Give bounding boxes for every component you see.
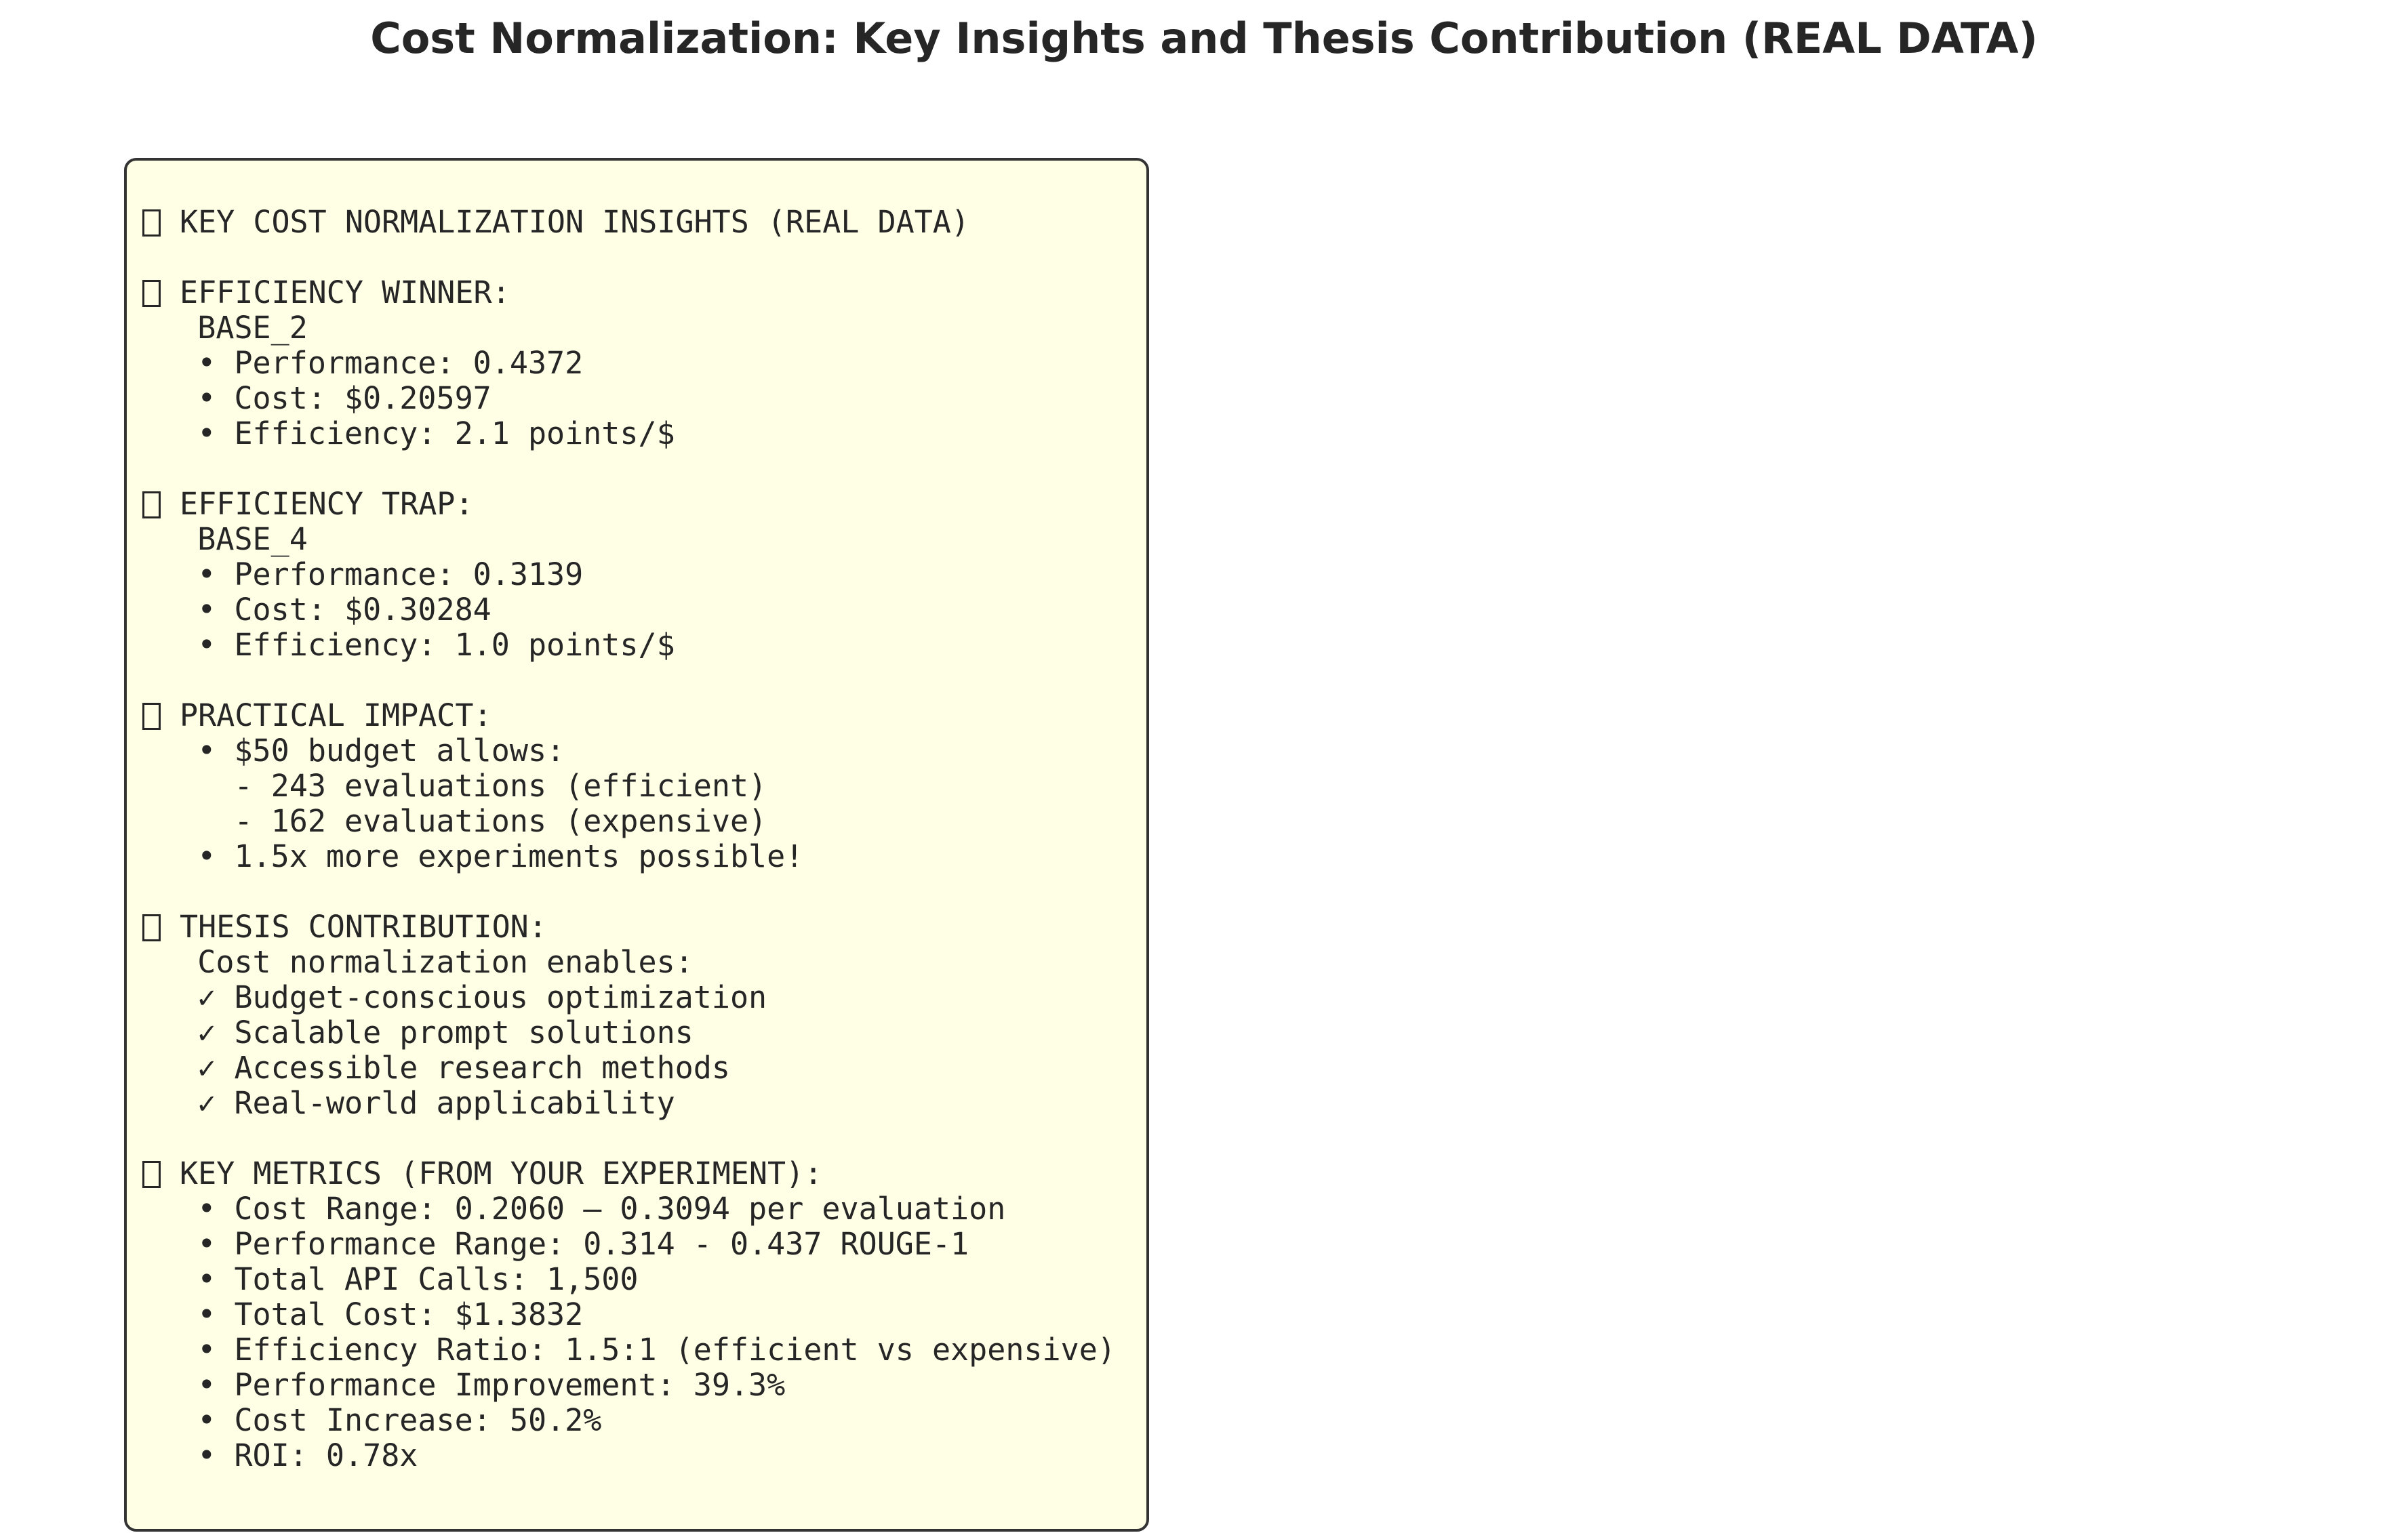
line-text: ✓ Real-world applicability [142,1085,675,1121]
line-text: • Performance Improvement: 39.3% [142,1367,786,1403]
text-line: ✓ Real-world applicability [142,1086,1116,1121]
line-text: PRACTICAL IMPACT: [180,697,492,733]
line-text: • Efficiency: 2.1 points/$ [142,415,675,451]
line-text: • Cost Range: 0.2060 – 0.3094 per evalua… [142,1191,1006,1227]
missing-glyph-icon [142,280,161,307]
section-heading: EFFICIENCY TRAP: [142,487,1116,522]
missing-glyph-icon [142,491,161,518]
line-text: ✓ Accessible research methods [142,1050,730,1086]
text-line: ✓ Budget-conscious optimization [142,980,1116,1015]
text-line: - 162 evaluations (expensive) [142,804,1116,839]
text-line: • 1.5x more experiments possible! [142,839,1116,874]
text-line: • ROI: 0.78x [142,1438,1116,1473]
line-text: ✓ Budget-conscious optimization [142,979,767,1015]
text-line: • Efficiency: 2.1 points/$ [142,416,1116,451]
line-text: KEY COST NORMALIZATION INSIGHTS (REAL DA… [180,204,969,240]
section-heading: KEY COST NORMALIZATION INSIGHTS (REAL DA… [142,205,1116,240]
line-text: • $50 budget allows: [142,733,565,769]
text-line: • $50 budget allows: [142,733,1116,769]
text-line: • Performance Improvement: 39.3% [142,1368,1116,1403]
line-text: EFFICIENCY TRAP: [180,486,474,522]
line-text: • Total API Calls: 1,500 [142,1261,639,1297]
line-text: • Cost: $0.20597 [142,380,491,416]
text-line: • Efficiency Ratio: 1.5:1 (efficient vs … [142,1332,1116,1368]
line-text: • Efficiency: 1.0 points/$ [142,627,675,663]
line-text: • ROI: 0.78x [142,1437,418,1473]
text-line: • Performance: 0.3139 [142,557,1116,592]
insights-text-box: KEY COST NORMALIZATION INSIGHTS (REAL DA… [124,158,1149,1532]
text-line: • Cost Range: 0.2060 – 0.3094 per evalua… [142,1191,1116,1227]
line-text: Cost normalization enables: [142,944,694,980]
line-text: • 1.5x more experiments possible! [142,838,804,874]
text-line: • Efficiency: 1.0 points/$ [142,628,1116,663]
line-text: EFFICIENCY WINNER: [180,274,510,310]
page-title: Cost Normalization: Key Insights and The… [370,14,2038,63]
text-line: • Cost Increase: 50.2% [142,1403,1116,1438]
line-text: BASE_2 [142,310,308,346]
line-text: - 162 evaluations (expensive) [142,803,767,839]
text-line: BASE_4 [142,522,1116,557]
line-text: THESIS CONTRIBUTION: [180,909,547,945]
section-heading: EFFICIENCY WINNER: [142,275,1116,310]
missing-glyph-icon [142,703,161,730]
text-line: - 243 evaluations (efficient) [142,769,1116,804]
line-text: • Cost: $0.30284 [142,592,491,628]
text-line: • Cost: $0.30284 [142,592,1116,628]
text-line: • Cost: $0.20597 [142,381,1116,416]
text-line: ✓ Scalable prompt solutions [142,1015,1116,1050]
line-text: BASE_4 [142,521,308,557]
text-line: • Total Cost: $1.3832 [142,1297,1116,1332]
missing-glyph-icon [142,1161,161,1188]
line-text: • Efficiency Ratio: 1.5:1 (efficient vs … [142,1332,1116,1368]
text-line: Cost normalization enables: [142,945,1116,980]
text-line: BASE_2 [142,310,1116,346]
missing-glyph-icon [142,209,161,237]
line-text: • Cost Increase: 50.2% [142,1402,602,1438]
line-text: ✓ Scalable prompt solutions [142,1015,694,1050]
line-text: • Performance Range: 0.314 - 0.437 ROUGE… [142,1226,969,1262]
line-text: • Performance: 0.3139 [142,556,584,592]
text-line: ✓ Accessible research methods [142,1050,1116,1086]
line-text: • Performance: 0.4372 [142,345,584,381]
line-text: - 243 evaluations (efficient) [142,768,767,804]
section-heading: THESIS CONTRIBUTION: [142,909,1116,945]
text-line: • Total API Calls: 1,500 [142,1262,1116,1297]
line-text: KEY METRICS (FROM YOUR EXPERIMENT): [180,1156,823,1191]
insights-text-lines: KEY COST NORMALIZATION INSIGHTS (REAL DA… [142,205,1116,1473]
section-heading: KEY METRICS (FROM YOUR EXPERIMENT): [142,1156,1116,1191]
section-heading: PRACTICAL IMPACT: [142,698,1116,733]
missing-glyph-icon [142,914,161,941]
text-line: • Performance: 0.4372 [142,346,1116,381]
line-text: • Total Cost: $1.3832 [142,1296,584,1332]
text-line: • Performance Range: 0.314 - 0.437 ROUGE… [142,1227,1116,1262]
